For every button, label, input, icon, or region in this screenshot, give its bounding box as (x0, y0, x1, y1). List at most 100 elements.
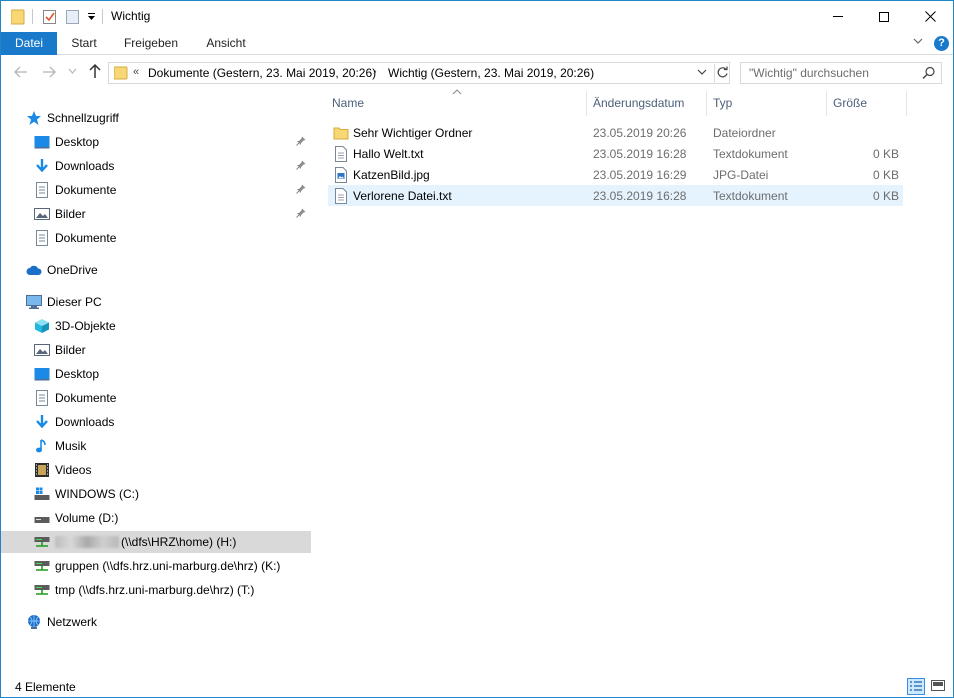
address-history-button[interactable] (697, 65, 707, 82)
cloud-icon (26, 262, 42, 278)
details-view-button[interactable] (907, 678, 925, 695)
new-folder-icon[interactable] (66, 8, 80, 25)
sidebar-item-label: Musik (55, 439, 87, 453)
file-name: KatzenBild.jpg (353, 168, 430, 182)
file-row[interactable]: Sehr Wichtiger Ordner 23.05.2019 20:26 D… (328, 122, 903, 143)
sidebar-item-schnellzugriff[interactable]: Schnellzugriff (1, 107, 311, 129)
redacted-username (55, 536, 119, 548)
maximize-button[interactable] (861, 1, 907, 32)
sidebar-item-musik[interactable]: Musik (1, 435, 311, 457)
maximize-icon (879, 11, 889, 22)
breadcrumb-overflow[interactable]: « (133, 66, 139, 78)
sidebar-item-label: Desktop (55, 367, 100, 381)
large-icons-view-icon (931, 680, 945, 691)
column-divider[interactable] (826, 91, 827, 116)
recent-locations-button[interactable] (68, 67, 77, 77)
column-divider[interactable] (706, 91, 707, 116)
sidebar-item-label: Dokumente (55, 231, 117, 245)
file-type: Dateiordner (713, 126, 776, 140)
breadcrumb-separator[interactable]: › (373, 66, 377, 78)
help-icon[interactable]: ? (934, 36, 949, 51)
search-box[interactable] (740, 62, 942, 84)
sidebar-item-gruppen-k[interactable]: gruppen (\\dfs.hrz.uni-marburg.de\hrz) (… (1, 555, 311, 577)
sidebar-item-label: Dokumente (55, 183, 117, 197)
network-drive-icon (34, 582, 50, 598)
refresh-button[interactable] (714, 64, 730, 82)
pin-icon[interactable] (296, 136, 306, 149)
sidebar-item-dieser-pc[interactable]: Dieser PC (1, 291, 311, 313)
search-input[interactable] (749, 66, 919, 80)
pictures-icon (34, 206, 50, 222)
file-type: Textdokument (713, 189, 788, 203)
sidebar-item-desktop[interactable]: Desktop (1, 363, 311, 385)
breadcrumb-wichtig[interactable]: Wichtig (Gestern, 23. Mai 2019, 20:26) (388, 66, 594, 80)
column-header-date[interactable]: Änderungsdatum (593, 91, 684, 116)
address-bar[interactable]: « Dokumente (Gestern, 23. Mai 2019, 20:2… (108, 62, 730, 84)
chevron-down-icon (697, 69, 707, 75)
customize-toolbar-icon[interactable] (87, 8, 96, 25)
sidebar-item-home-h[interactable]: (\\dfs\HRZ\home) (H:) (1, 531, 311, 553)
sidebar-item-bilder[interactable]: Bilder (1, 339, 311, 361)
sidebar-item-3d-objekte[interactable]: 3D-Objekte (1, 315, 311, 337)
file-size: 0 KB (872, 189, 899, 203)
navigation-pane[interactable]: Schnellzugriff Desktop Downloads Dokumen… (1, 91, 311, 675)
properties-icon[interactable] (43, 8, 57, 25)
pin-icon[interactable] (296, 208, 306, 221)
sidebar-item-desktop-pinned[interactable]: Desktop (1, 131, 311, 153)
windows-drive-icon (34, 486, 50, 502)
column-divider[interactable] (906, 91, 907, 116)
sidebar-item-label: Bilder (55, 207, 86, 221)
column-header-type[interactable]: Typ (713, 91, 732, 116)
sidebar-item-dokumente[interactable]: Dokumente (1, 227, 311, 249)
pin-icon[interactable] (296, 184, 306, 197)
large-icons-view-button[interactable] (930, 678, 948, 695)
tab-freigeben[interactable]: Freigeben (113, 32, 189, 55)
sidebar-item-label: tmp (\\dfs.hrz.uni-marburg.de\hrz) (T:) (55, 583, 255, 597)
file-date: 23.05.2019 16:29 (593, 168, 687, 182)
sidebar-item-downloads-pinned[interactable]: Downloads (1, 155, 311, 177)
close-button[interactable] (907, 1, 953, 32)
sidebar-item-tmp-t[interactable]: tmp (\\dfs.hrz.uni-marburg.de\hrz) (T:) (1, 579, 311, 601)
sidebar-item-volume-d[interactable]: Volume (D:) (1, 507, 311, 529)
search-icon[interactable] (922, 66, 936, 83)
back-button[interactable] (13, 64, 29, 84)
minimize-button[interactable] (815, 1, 861, 32)
file-size: 0 KB (872, 147, 899, 161)
download-icon (34, 414, 50, 430)
sidebar-item-label: Dieser PC (47, 295, 102, 309)
title-bar[interactable]: Wichtig (1, 1, 953, 32)
sidebar-item-downloads[interactable]: Downloads (1, 411, 311, 433)
video-icon (34, 462, 50, 478)
tab-start[interactable]: Start (61, 32, 107, 55)
sidebar-item-bilder-pinned[interactable]: Bilder (1, 203, 311, 225)
ribbon-tabs: Datei Start Freigeben Ansicht ? (1, 32, 953, 55)
arrow-left-icon (14, 66, 27, 78)
sidebar-item-videos[interactable]: Videos (1, 459, 311, 481)
column-header-size[interactable]: Größe (833, 91, 867, 116)
column-header-name[interactable]: Name (332, 91, 364, 116)
file-row[interactable]: Hallo Welt.txt 23.05.2019 16:28 Textdoku… (328, 143, 903, 164)
sidebar-item-label: Volume (D:) (55, 511, 119, 525)
folder-icon[interactable] (11, 8, 25, 25)
sidebar-item-label: Videos (55, 463, 92, 477)
sidebar-item-windows-c[interactable]: WINDOWS (C:) (1, 483, 311, 505)
chevron-down-icon[interactable] (913, 37, 923, 48)
breadcrumb-dokumente[interactable]: Dokumente (Gestern, 23. Mai 2019, 20:26) (148, 66, 376, 80)
file-row[interactable]: Verlorene Datei.txt 23.05.2019 16:28 Tex… (328, 185, 903, 206)
sidebar-item-label: Desktop (55, 135, 100, 149)
sidebar-item-dokumente-pc[interactable]: Dokumente (1, 387, 311, 409)
chevron-down-icon (68, 68, 77, 74)
forward-button[interactable] (41, 64, 57, 84)
sidebar-item-netzwerk[interactable]: Netzwerk (1, 611, 311, 633)
file-list[interactable]: Name Änderungsdatum Typ Größe Sehr Wicht… (328, 89, 953, 675)
file-type: Textdokument (713, 147, 788, 161)
tab-ansicht[interactable]: Ansicht (195, 32, 257, 55)
tab-datei[interactable]: Datei (1, 32, 57, 55)
file-row[interactable]: KatzenBild.jpg 23.05.2019 16:29 JPG-Date… (328, 164, 903, 185)
sidebar-item-onedrive[interactable]: OneDrive (1, 259, 311, 281)
up-button[interactable] (88, 63, 102, 84)
sidebar-item-dokumente-pinned[interactable]: Dokumente (1, 179, 311, 201)
pin-icon[interactable] (296, 160, 306, 173)
column-divider[interactable] (586, 91, 587, 116)
details-view-icon (910, 681, 922, 691)
